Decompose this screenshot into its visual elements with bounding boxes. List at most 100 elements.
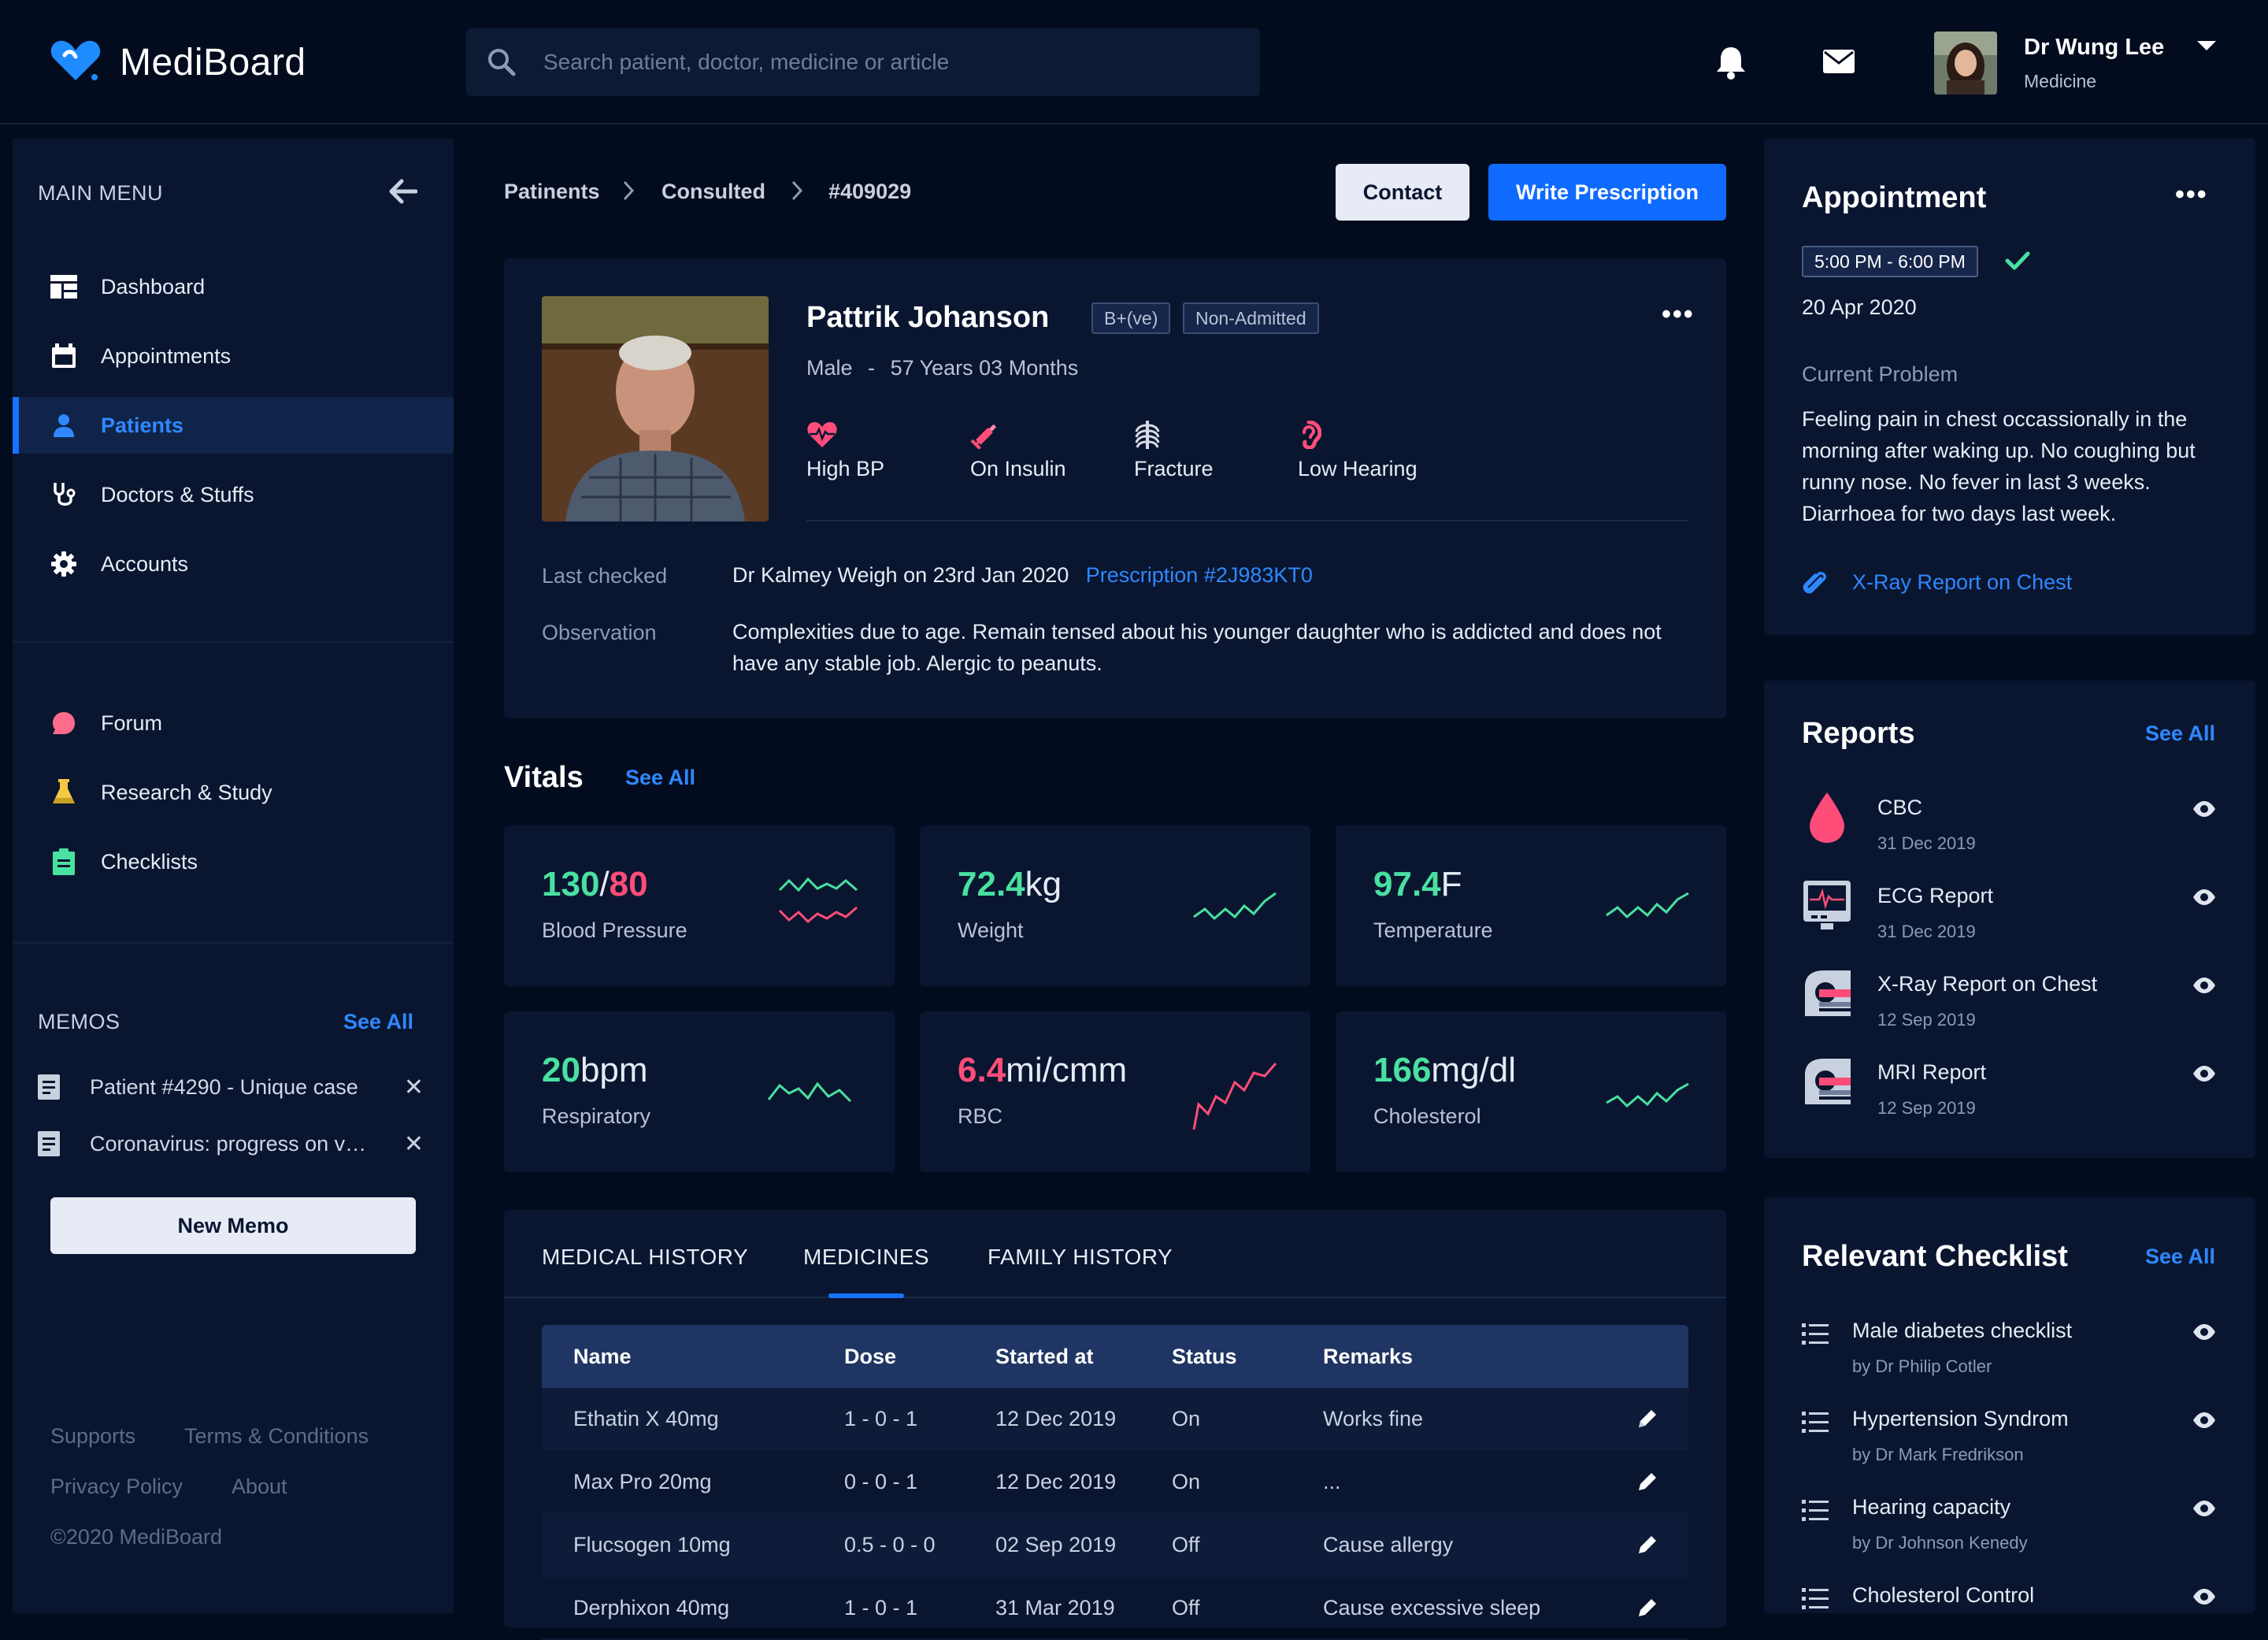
sidebar-item-patients[interactable]: Patients — [13, 397, 454, 454]
pencil-icon[interactable] — [1606, 1533, 1688, 1557]
appointment-time-badge: 5:00 PM - 6:00 PM — [1802, 246, 1978, 277]
supports-link[interactable]: Supports — [50, 1424, 135, 1449]
vitals-see-all-link[interactable]: See All — [625, 766, 695, 790]
sidebar-item-appointments[interactable]: Appointments — [13, 328, 454, 384]
vital-value: 97.4F — [1373, 865, 1462, 903]
checklist-name[interactable]: Male diabetes checklist — [1852, 1319, 2072, 1343]
pencil-icon[interactable] — [1606, 1407, 1688, 1430]
vital-card-rbc[interactable]: 6.4mi/cmm RBC — [920, 1011, 1310, 1172]
close-icon[interactable]: ✕ — [404, 1074, 424, 1101]
checklist-name[interactable]: Cholesterol Control — [1852, 1583, 2034, 1608]
chat-bubble-icon — [50, 710, 77, 737]
sidebar-item-accounts[interactable]: Accounts — [13, 536, 454, 592]
close-icon[interactable]: ✕ — [404, 1130, 424, 1158]
trend-sparkline-icon — [767, 1082, 852, 1103]
checklist-name[interactable]: Hypertension Syndrom — [1852, 1407, 2069, 1431]
column-header[interactable]: Status — [1172, 1345, 1323, 1369]
condition-on-insulin: On Insulin — [970, 421, 1066, 481]
vital-card-weight[interactable]: 72.4kg Weight — [920, 826, 1310, 986]
vital-card-cholesterol[interactable]: 166mg/dl Cholesterol — [1336, 1011, 1726, 1172]
search-input[interactable] — [542, 28, 1235, 96]
sidebar-item-dashboard[interactable]: Dashboard — [13, 258, 454, 315]
medicine-status: Off — [1172, 1532, 1200, 1557]
report-name[interactable]: CBC — [1877, 796, 1922, 820]
memo-item[interactable]: Coronavirus: progress on vaccine ✕ — [38, 1126, 424, 1161]
user-avatar[interactable] — [1934, 32, 1997, 95]
sidebar-item-label: Accounts — [101, 551, 189, 576]
eye-icon[interactable] — [2192, 1588, 2216, 1605]
vital-card-temperature[interactable]: 97.4F Temperature — [1336, 826, 1726, 986]
patient-card-divider — [806, 520, 1688, 521]
memo-item[interactable]: Patient #4290 - Unique case ✕ — [38, 1070, 424, 1104]
vital-card-respiratory[interactable]: 20bpm Respiratory — [504, 1011, 895, 1172]
admission-badge: Non-Admitted — [1183, 302, 1319, 334]
table-row[interactable]: Max Pro 20mg 0 - 0 - 1 12 Dec 2019 On ..… — [542, 1451, 1688, 1514]
trend-sparkline-icon — [1193, 892, 1277, 921]
tab-family-history[interactable]: FAMILY HISTORY — [988, 1245, 1173, 1270]
terms-link[interactable]: Terms & Conditions — [184, 1424, 369, 1449]
arrow-left-icon[interactable] — [389, 178, 417, 205]
heart-logo-icon — [49, 38, 102, 83]
eye-icon[interactable] — [2192, 1500, 2216, 1517]
search-bar[interactable] — [466, 28, 1260, 96]
privacy-link[interactable]: Privacy Policy — [50, 1475, 183, 1499]
sidebar-item-doctors[interactable]: Doctors & Stuffs — [13, 466, 454, 523]
about-link[interactable]: About — [232, 1475, 287, 1499]
tab-medical-history[interactable]: MEDICAL HISTORY — [542, 1245, 748, 1270]
paperclip-icon — [1802, 570, 1829, 597]
vital-value: 166mg/dl — [1373, 1051, 1517, 1089]
xray-attachment-link[interactable]: X-Ray Report on Chest — [1852, 570, 2072, 595]
heart-pulse-icon — [806, 421, 884, 449]
app-logo-text[interactable]: MediBoard — [120, 41, 306, 84]
vitals-title: Vitals — [504, 761, 584, 794]
more-options-icon[interactable]: ••• — [1662, 299, 1695, 330]
eye-icon[interactable] — [2192, 1412, 2216, 1429]
new-memo-button[interactable]: New Memo — [50, 1197, 416, 1254]
vital-card-blood-pressure[interactable]: 130/80 Blood Pressure — [504, 826, 895, 986]
report-name[interactable]: X-Ray Report on Chest — [1877, 972, 2097, 996]
column-header[interactable]: Remarks — [1323, 1345, 1606, 1369]
column-header[interactable]: Started at — [995, 1345, 1172, 1369]
pencil-icon[interactable] — [1606, 1596, 1688, 1620]
sidebar-item-research[interactable]: Research & Study — [13, 764, 454, 821]
write-prescription-button[interactable]: Write Prescription — [1488, 164, 1726, 221]
checklist-author: by Dr Johnson Kenedy — [1852, 1533, 2028, 1553]
mail-icon[interactable] — [1822, 49, 1855, 74]
prescription-link[interactable]: Prescription #2J983KT0 — [1086, 563, 1313, 587]
checklist-title: Relevant Checklist — [1802, 1240, 2068, 1273]
eye-icon[interactable] — [2192, 977, 2216, 994]
pencil-icon[interactable] — [1606, 1470, 1688, 1493]
reports-see-all-link[interactable]: See All — [2145, 722, 2215, 746]
eye-icon[interactable] — [2192, 1065, 2216, 1082]
medicine-status: On — [1172, 1406, 1201, 1430]
user-name[interactable]: Dr Wung Lee — [2024, 35, 2164, 61]
memo-text: Coronavirus: progress on vaccine — [90, 1131, 373, 1156]
more-options-icon[interactable]: ••• — [2175, 180, 2208, 210]
checklist-see-all-link[interactable]: See All — [2145, 1245, 2215, 1269]
eye-icon[interactable] — [2192, 1323, 2216, 1341]
checklist-name[interactable]: Hearing capacity — [1852, 1495, 2010, 1519]
sidebar-item-forum[interactable]: Forum — [13, 695, 454, 751]
column-header[interactable]: Dose — [844, 1345, 995, 1369]
report-name[interactable]: ECG Report — [1877, 884, 1993, 908]
note-icon — [38, 1074, 63, 1100]
medicine-started: 12 Dec 2019 — [995, 1406, 1117, 1430]
sidebar-item-checklists[interactable]: Checklists — [13, 833, 454, 890]
vital-label: RBC — [958, 1104, 1003, 1128]
table-row[interactable]: Derphixon 40mg 1 - 0 - 1 31 Mar 2019 Off… — [542, 1577, 1688, 1640]
eye-icon[interactable] — [2192, 889, 2216, 906]
tab-medicines[interactable]: MEDICINES — [803, 1245, 929, 1270]
table-row[interactable]: Flucsogen 10mg 0.5 - 0 - 0 02 Sep 2019 O… — [542, 1514, 1688, 1577]
contact-button[interactable]: Contact — [1336, 164, 1469, 221]
memos-see-all-link[interactable]: See All — [343, 1010, 413, 1034]
eye-icon[interactable] — [2192, 800, 2216, 818]
bell-icon[interactable] — [1714, 44, 1748, 80]
chevron-down-icon[interactable] — [2196, 39, 2218, 54]
separator: - — [868, 356, 876, 380]
table-row[interactable]: Ethatin X 40mg 1 - 0 - 1 12 Dec 2019 On … — [542, 1388, 1688, 1451]
medicine-dose: 1 - 0 - 1 — [844, 1595, 918, 1620]
column-header[interactable]: Name — [542, 1345, 844, 1369]
breadcrumb-item[interactable]: Consulted — [662, 180, 765, 204]
breadcrumb-item[interactable]: Patinents — [504, 180, 600, 204]
report-name[interactable]: MRI Report — [1877, 1060, 1986, 1085]
